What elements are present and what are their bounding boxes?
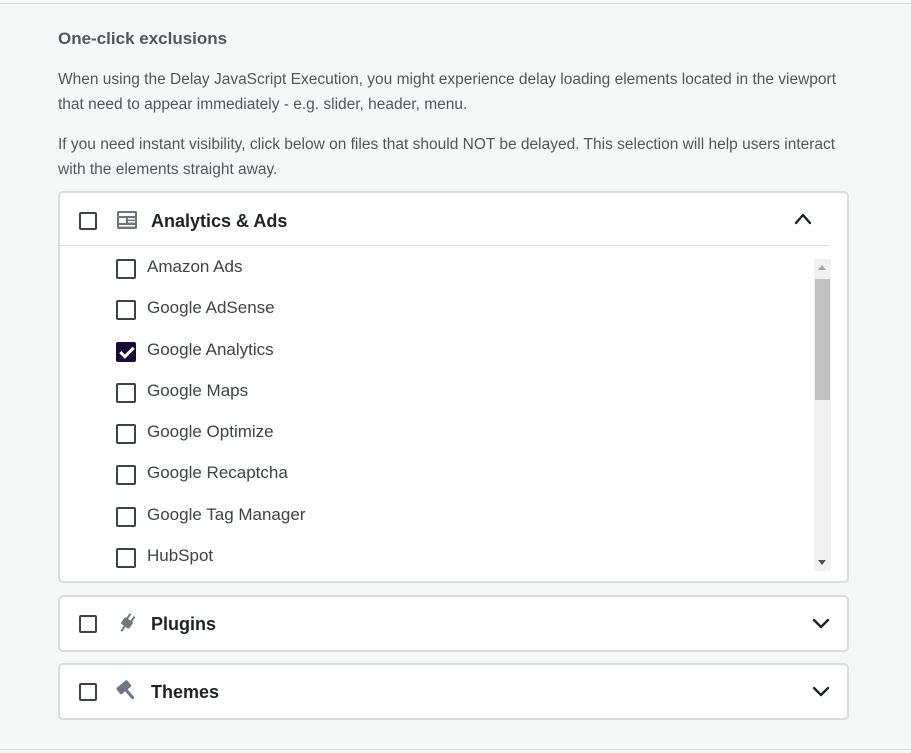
item-label: Google Tag Manager [147, 505, 306, 524]
item-checkbox[interactable] [116, 383, 136, 403]
section-instructions: If you need instant visibility, click be… [58, 136, 836, 178]
plugin-icon [120, 613, 136, 632]
chevron-up-icon[interactable] [793, 209, 813, 229]
section-title: One-click exclusions [58, 29, 228, 48]
item-label: Google Analytics [147, 340, 274, 359]
item-label: Amazon Ads [147, 259, 243, 276]
section-description: When using the Delay JavaScript Executio… [58, 71, 837, 113]
item-checkbox[interactable] [116, 424, 136, 444]
group-panel-analytics: Analytics & Ads Amazon Ads Google AdSens… [58, 191, 849, 583]
item-checkbox[interactable] [116, 507, 136, 527]
item-label: Google Optimize [147, 422, 274, 441]
top-divider [0, 3, 911, 4]
analytics-item-list: Amazon Ads Google AdSense Google Analyti… [60, 259, 812, 571]
item-label: HubSpot [147, 546, 214, 565]
item-label: Google AdSense [147, 298, 275, 317]
chevron-down-icon[interactable] [811, 681, 831, 701]
group-panel-themes: Themes [58, 663, 849, 720]
item-checkbox[interactable] [116, 259, 136, 279]
group-checkbox-themes[interactable] [79, 683, 97, 701]
item-label: Google Recaptcha [147, 463, 288, 482]
themes-icon [116, 680, 135, 700]
group-title-themes: Themes [151, 682, 220, 702]
scrollbar-thumb[interactable] [815, 279, 830, 400]
chevron-down-icon[interactable] [811, 613, 831, 633]
item-checkbox[interactable] [116, 300, 136, 320]
bottom-divider [0, 749, 911, 750]
item-checkbox[interactable] [116, 548, 136, 568]
list-scrollbar[interactable] [814, 259, 831, 571]
item-checkbox[interactable] [116, 465, 136, 485]
group-title-analytics: Analytics & Ads [151, 211, 288, 231]
group-checkbox-plugins[interactable] [79, 615, 97, 633]
item-label: Google Maps [147, 381, 249, 400]
group-checkbox-analytics[interactable] [79, 212, 97, 230]
group-panel-plugins: Plugins [58, 595, 849, 652]
item-checkbox-checked[interactable] [116, 342, 136, 362]
scroll-down-arrow-icon[interactable] [814, 554, 831, 571]
group-title-plugins: Plugins [151, 614, 217, 634]
scroll-up-arrow-icon[interactable] [814, 259, 831, 276]
group-header-themes[interactable]: Themes [60, 665, 847, 717]
analytics-ads-icon [117, 211, 137, 229]
group-header-plugins[interactable]: Plugins [60, 597, 847, 649]
group-header-analytics[interactable]: Analytics & Ads [60, 193, 829, 246]
